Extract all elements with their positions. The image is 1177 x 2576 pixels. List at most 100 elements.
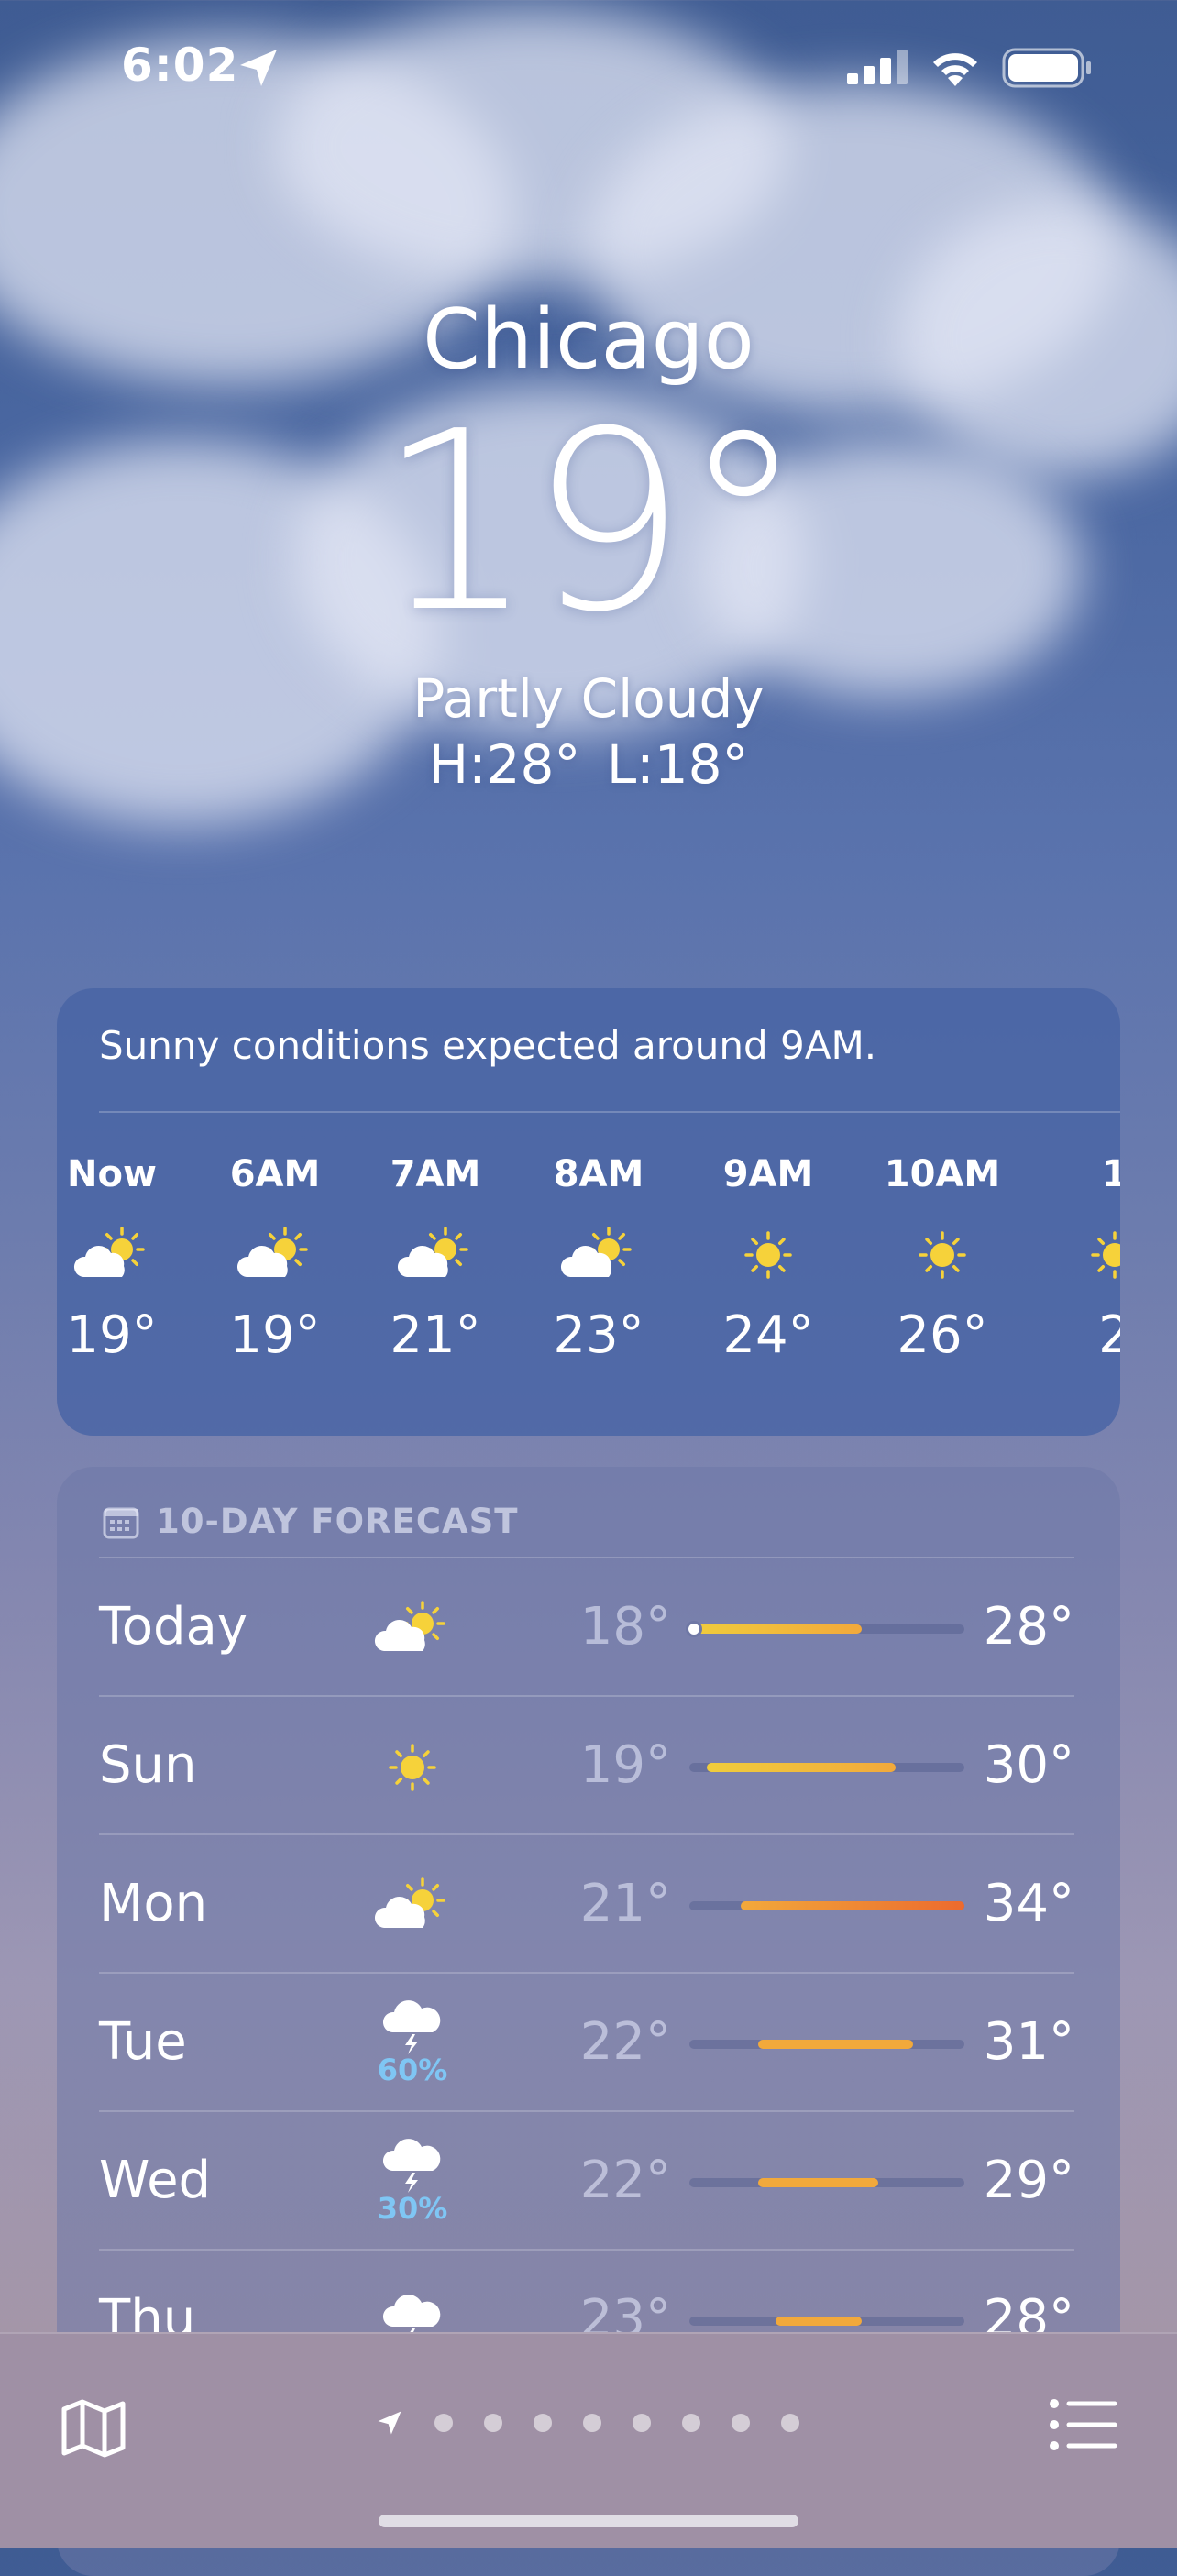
- hourly-item: 6AM 19°: [211, 1153, 339, 1365]
- hourly-forecast-card[interactable]: Sunny conditions expected around 9AM. No…: [57, 988, 1120, 1436]
- hour-temperature: 2: [1098, 1305, 1120, 1365]
- temperature-range-bar: [686, 1621, 964, 1637]
- page-dot[interactable]: [534, 2414, 552, 2432]
- hourly-item: 10AM 26°: [878, 1153, 1006, 1365]
- forecast-low: 22°: [579, 2151, 671, 2210]
- forecast-high: 30°: [983, 1735, 1074, 1795]
- forecast-weather-icon: [367, 1577, 458, 1678]
- forecast-low: 19°: [579, 1735, 671, 1795]
- hour-temperature: 19°: [66, 1305, 158, 1365]
- page-indicator[interactable]: [376, 2409, 799, 2437]
- forecast-day: Mon: [99, 1874, 208, 1933]
- sun-icon: [389, 1744, 436, 1791]
- location-arrow-icon: [240, 50, 277, 86]
- forecast-day: Tue: [99, 2012, 187, 2072]
- thunderstorm-icon: [382, 2000, 441, 2054]
- hourly-summary: Sunny conditions expected around 9AM.: [99, 1023, 877, 1068]
- current-temperature-dot: [686, 1621, 702, 1637]
- temperature-range-fill: [689, 1624, 862, 1634]
- page-dot[interactable]: [632, 2414, 651, 2432]
- hour-weather-icon: [211, 1205, 339, 1305]
- hour-weather-icon: [534, 1205, 663, 1305]
- page-dot[interactable]: [732, 2414, 750, 2432]
- list-icon[interactable]: [1047, 2393, 1120, 2457]
- forecast-day: Today: [99, 1597, 248, 1657]
- precip-chance: 60%: [377, 2053, 448, 2087]
- hour-label: 7AM: [390, 1153, 481, 1195]
- partly-cloudy-icon: [236, 1227, 308, 1277]
- forecast-row[interactable]: Tue 60% 22° 31°: [99, 1972, 1074, 2111]
- forecast-high: 28°: [983, 1597, 1074, 1657]
- temperature-range-bar: [689, 2040, 964, 2049]
- status-bar: 6:02: [0, 0, 1177, 138]
- forecast-high: 29°: [983, 2151, 1074, 2210]
- calendar-icon: [103, 1507, 139, 1538]
- hourly-item: 7AM 21°: [371, 1153, 500, 1365]
- temperature-range-bar: [689, 2317, 964, 2326]
- page-dot[interactable]: [781, 2414, 799, 2432]
- partly-cloudy-icon: [374, 1877, 446, 1928]
- forecast-row[interactable]: Wed 30% 22° 29°: [99, 2110, 1074, 2250]
- hourly-item: Now 19°: [57, 1153, 176, 1365]
- temperature-range-fill: [775, 2317, 862, 2326]
- temperature-range-bar: [689, 2178, 964, 2187]
- forecast-row[interactable]: Mon 21° 34°: [99, 1833, 1074, 1973]
- forecast-high: 31°: [983, 2012, 1074, 2072]
- hour-temperature: 24°: [722, 1305, 814, 1365]
- partly-cloudy-icon: [397, 1227, 468, 1277]
- divider: [99, 1111, 1120, 1113]
- cellular-signal-icon: [847, 50, 908, 84]
- hourly-item: 9AM 24°: [704, 1153, 832, 1365]
- forecast-low: 18°: [579, 1597, 671, 1657]
- sun-icon: [918, 1231, 966, 1279]
- forecast-title: 10-DAY FORECAST: [156, 1502, 519, 1541]
- high-low: H:28° L:18°: [428, 733, 749, 796]
- forecast-weather-icon: 60%: [367, 1992, 458, 2093]
- page-dot[interactable]: [583, 2414, 601, 2432]
- forecast-day: Wed: [99, 2151, 212, 2210]
- forecast-low: 21°: [579, 1874, 671, 1933]
- battery-icon: [1002, 48, 1091, 88]
- hour-temperature: 19°: [229, 1305, 321, 1365]
- status-time: 6:02: [121, 39, 239, 92]
- hour-label: 8AM: [553, 1153, 644, 1195]
- bottom-toolbar: [0, 2332, 1177, 2548]
- temperature-range-bar: [689, 1901, 964, 1910]
- hour-weather-icon: [57, 1205, 176, 1305]
- temperature-range-bar: [689, 1763, 964, 1772]
- partly-cloudy-icon: [560, 1227, 632, 1277]
- partly-cloudy-icon: [374, 1601, 446, 1651]
- temperature-range-fill: [758, 2040, 913, 2049]
- map-icon[interactable]: [57, 2391, 130, 2464]
- forecast-weather-icon: 30%: [367, 2130, 458, 2231]
- hourly-item: 8AM 23°: [534, 1153, 663, 1365]
- hour-label: 6AM: [229, 1153, 321, 1195]
- hour-temperature: 23°: [553, 1305, 644, 1365]
- forecast-row[interactable]: Sun 19° 30°: [99, 1695, 1074, 1834]
- thunderstorm-icon: [382, 2139, 441, 2193]
- hourly-item: 1 2: [1050, 1153, 1120, 1365]
- forecast-low: 22°: [579, 2012, 671, 2072]
- temperature-range-fill: [758, 2178, 879, 2187]
- forecast-header: 10-DAY FORECAST: [103, 1502, 519, 1541]
- location-arrow-icon: [378, 2411, 402, 2435]
- current-condition: Partly Cloudy: [412, 667, 764, 730]
- page-dot[interactable]: [484, 2414, 502, 2432]
- precip-chance: 30%: [377, 2191, 448, 2226]
- hour-weather-icon: [878, 1205, 1006, 1305]
- forecast-high: 34°: [983, 1874, 1074, 1933]
- hour-label: 10AM: [884, 1153, 1001, 1195]
- page-dot[interactable]: [682, 2414, 700, 2432]
- hour-label: Now: [67, 1153, 157, 1195]
- temperature-range-fill: [706, 1763, 896, 1772]
- hour-weather-icon: [704, 1205, 832, 1305]
- page-dot[interactable]: [434, 2414, 453, 2432]
- temperature-range-fill: [741, 1901, 964, 1910]
- current-temperature: 19°: [377, 378, 806, 666]
- home-indicator[interactable]: [379, 2515, 798, 2527]
- forecast-day: Sun: [99, 1735, 197, 1795]
- forecast-row[interactable]: Today 18° 28°: [99, 1557, 1074, 1696]
- hour-weather-icon: [371, 1205, 500, 1305]
- hour-temperature: 26°: [896, 1305, 988, 1365]
- forecast-weather-icon: [367, 1854, 458, 1954]
